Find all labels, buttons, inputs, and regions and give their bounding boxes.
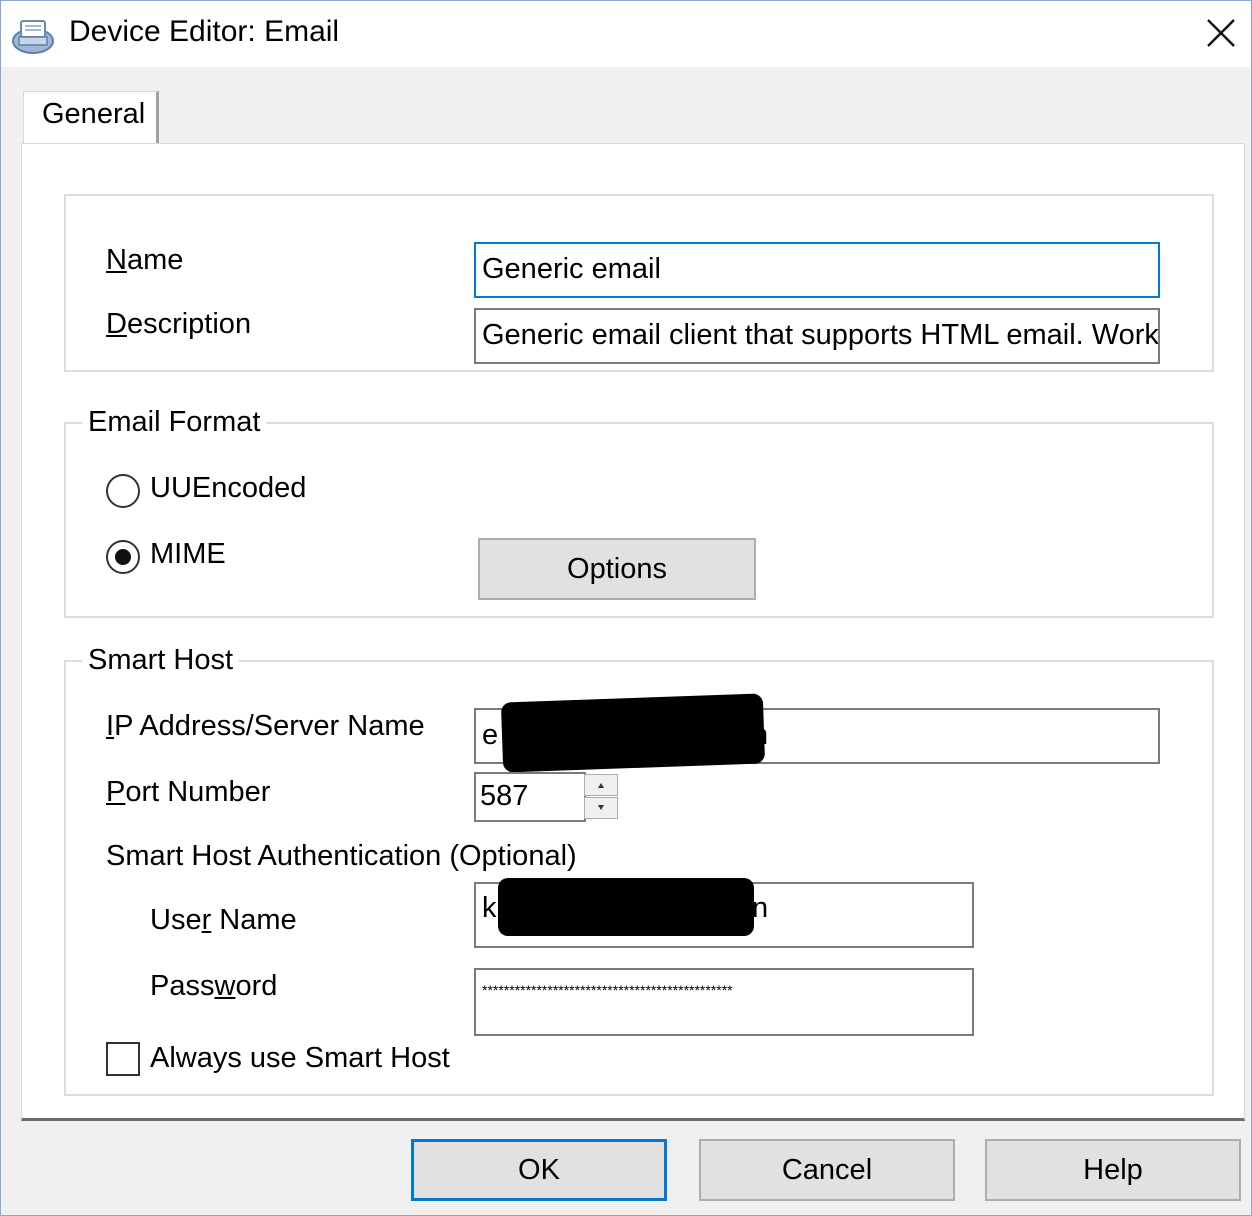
spin-down-button[interactable] xyxy=(584,797,618,819)
port-number-input[interactable]: 587 xyxy=(474,772,586,822)
password-masked-value: ****************************************… xyxy=(482,982,733,998)
tab-general[interactable]: General xyxy=(23,91,159,145)
username-visible-end: n xyxy=(752,892,769,924)
window-title: Device Editor: Email xyxy=(69,15,340,48)
spin-up-button[interactable] xyxy=(584,774,618,796)
options-button[interactable]: Options xyxy=(478,538,756,600)
ip-visible-start: e xyxy=(482,719,499,751)
description-input-value: Generic email client that supports HTML … xyxy=(482,319,1159,351)
chevron-down-icon xyxy=(598,805,604,810)
port-number-label: Port Number xyxy=(106,776,271,808)
description-input[interactable]: Generic email client that supports HTML … xyxy=(474,308,1160,364)
name-input[interactable]: Generic email xyxy=(474,242,1160,298)
email-format-legend: Email Format xyxy=(82,406,267,439)
port-number-value: 587 xyxy=(480,780,529,812)
username-visible-start: k xyxy=(482,892,497,924)
smart-host-legend: Smart Host xyxy=(82,644,240,677)
dialog-window: Device Editor: Email General Name Generi… xyxy=(0,0,1252,1216)
ip-address-label: IP Address/Server Name xyxy=(106,710,425,742)
mime-radio[interactable] xyxy=(106,540,140,574)
password-label: Password xyxy=(150,970,278,1002)
close-icon xyxy=(1207,19,1235,47)
ok-button[interactable]: OK xyxy=(411,1139,667,1201)
uuencoded-radio[interactable] xyxy=(106,474,140,508)
name-label: Name xyxy=(106,244,184,276)
cancel-button[interactable]: Cancel xyxy=(699,1139,955,1201)
chevron-up-icon xyxy=(598,783,604,788)
password-input[interactable]: ****************************************… xyxy=(474,968,974,1036)
name-input-value: Generic email xyxy=(482,253,661,285)
description-label: Description xyxy=(106,308,252,340)
tab-strip: General xyxy=(1,67,1251,145)
help-button[interactable]: Help xyxy=(985,1139,1241,1201)
port-number-spinner: 587 xyxy=(474,772,624,822)
printer-app-icon xyxy=(11,15,55,55)
always-use-smart-host-label: Always use Smart Host xyxy=(150,1042,450,1074)
username-label: User Name xyxy=(150,904,297,936)
port-spin-buttons xyxy=(584,772,620,820)
redaction-mark xyxy=(498,878,754,936)
close-button[interactable] xyxy=(1189,1,1251,67)
general-tab-panel: Name Generic email Description Generic e… xyxy=(21,143,1245,1121)
smart-host-auth-label: Smart Host Authentication (Optional) xyxy=(106,840,577,872)
redaction-mark xyxy=(500,693,766,773)
always-use-smart-host-checkbox[interactable] xyxy=(106,1042,140,1076)
mime-label: MIME xyxy=(150,538,226,570)
uuencoded-label: UUEncoded xyxy=(150,472,307,504)
title-bar: Device Editor: Email xyxy=(1,1,1251,67)
